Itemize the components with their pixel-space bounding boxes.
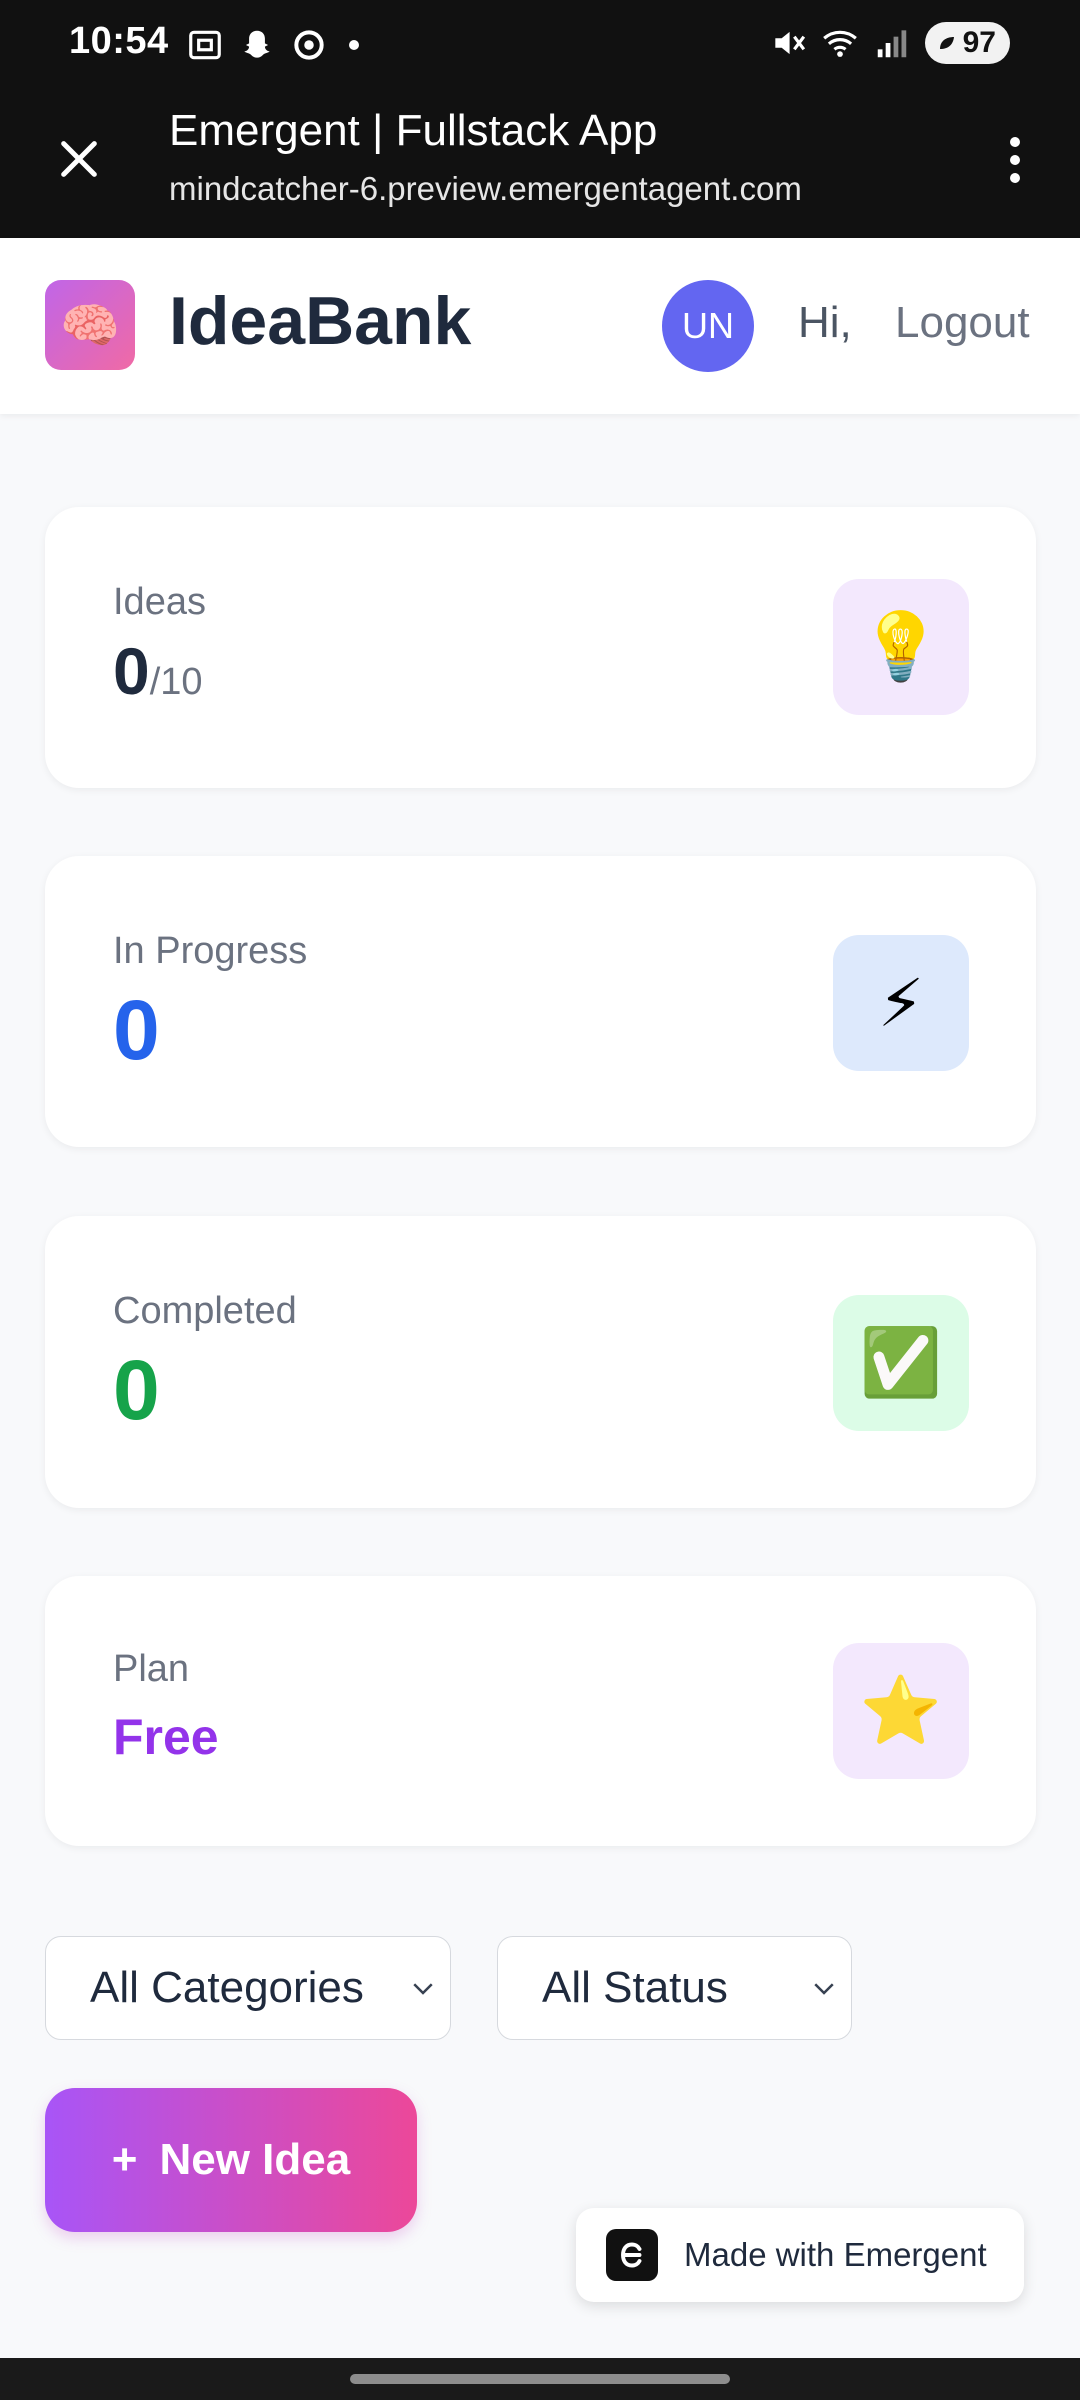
chevron-down-icon (814, 1983, 834, 1995)
emergent-logo-icon (606, 2229, 658, 2281)
greeting-text: Hi, (798, 298, 852, 347)
in-progress-label: In Progress (113, 930, 308, 972)
wifi-icon (822, 30, 857, 57)
dot-icon (349, 40, 359, 50)
home-indicator[interactable] (350, 2374, 730, 2384)
battery-indicator: 97 (924, 22, 1010, 64)
plan-label: Plan (113, 1648, 190, 1690)
logout-button[interactable]: Logout (895, 298, 1030, 348)
category-filter-value: All Categories (90, 1963, 364, 2012)
navigation-bar (0, 2358, 1080, 2400)
completed-stat-card: Completed 0 ✅ (45, 1216, 1036, 1508)
mute-icon (774, 31, 805, 55)
plan-stat-card: Plan Free ⭐ (45, 1576, 1036, 1846)
badge-label: Made with Emergent (684, 2236, 987, 2273)
ideas-label: Ideas (113, 581, 206, 623)
snapchat-icon (244, 30, 270, 58)
kebab-dot-icon (1010, 137, 1020, 147)
app-header: 🧠 IdeaBank UN Hi, Logout (0, 238, 1080, 414)
category-filter-select[interactable]: All Categories (45, 1936, 451, 2040)
status-time: 10:54 (69, 20, 169, 62)
completed-label: Completed (113, 1290, 297, 1332)
browser-page-title: Emergent | Fullstack App (169, 106, 658, 155)
brand-name[interactable]: IdeaBank (169, 282, 471, 360)
signal-icon (877, 30, 906, 58)
new-idea-label: New Idea (159, 2135, 351, 2184)
kebab-dot-icon (1010, 155, 1020, 165)
in-progress-value: 0 (113, 983, 160, 1077)
ideas-value: 0 (113, 634, 150, 708)
ideas-count: 0/10 (113, 633, 203, 709)
more-options-button[interactable] (990, 128, 1040, 192)
avatar[interactable]: UN (662, 280, 754, 372)
chevron-down-icon (413, 1983, 433, 1995)
plan-value: Free (113, 1709, 219, 1765)
lightbulb-icon: 💡 (833, 579, 969, 715)
in-progress-stat-card: In Progress 0 ⚡ (45, 856, 1036, 1147)
status-icons-left (186, 26, 366, 64)
checkmark-icon: ✅ (833, 1295, 969, 1431)
target-icon (294, 30, 324, 60)
battery-level: 97 (962, 26, 996, 59)
new-idea-button[interactable]: + New Idea (45, 2088, 417, 2232)
close-icon (61, 141, 97, 177)
kebab-dot-icon (1010, 173, 1020, 183)
ideas-stat-card: Ideas 0/10 💡 (45, 507, 1036, 788)
status-bar: 10:54 97 (0, 0, 1080, 92)
status-icons-right: 97 (769, 22, 1010, 64)
browser-bar: Emergent | Fullstack App mindcatcher-6.p… (0, 92, 1080, 238)
brain-logo-icon[interactable]: 🧠 (45, 280, 135, 370)
browser-url[interactable]: mindcatcher-6.preview.emergentagent.com (169, 170, 802, 208)
lightning-icon: ⚡ (833, 935, 969, 1071)
status-filter-value: All Status (542, 1963, 728, 2012)
completed-value: 0 (113, 1343, 160, 1437)
close-button[interactable] (50, 130, 108, 188)
star-icon: ⭐ (833, 1643, 969, 1779)
plus-icon: + (111, 2135, 138, 2184)
made-with-emergent-badge[interactable]: Made with Emergent (576, 2208, 1024, 2302)
ideas-limit: /10 (149, 661, 203, 703)
status-filter-select[interactable]: All Status (497, 1936, 852, 2040)
battery-saver-icon (939, 37, 954, 49)
screenshot-icon (189, 30, 221, 60)
